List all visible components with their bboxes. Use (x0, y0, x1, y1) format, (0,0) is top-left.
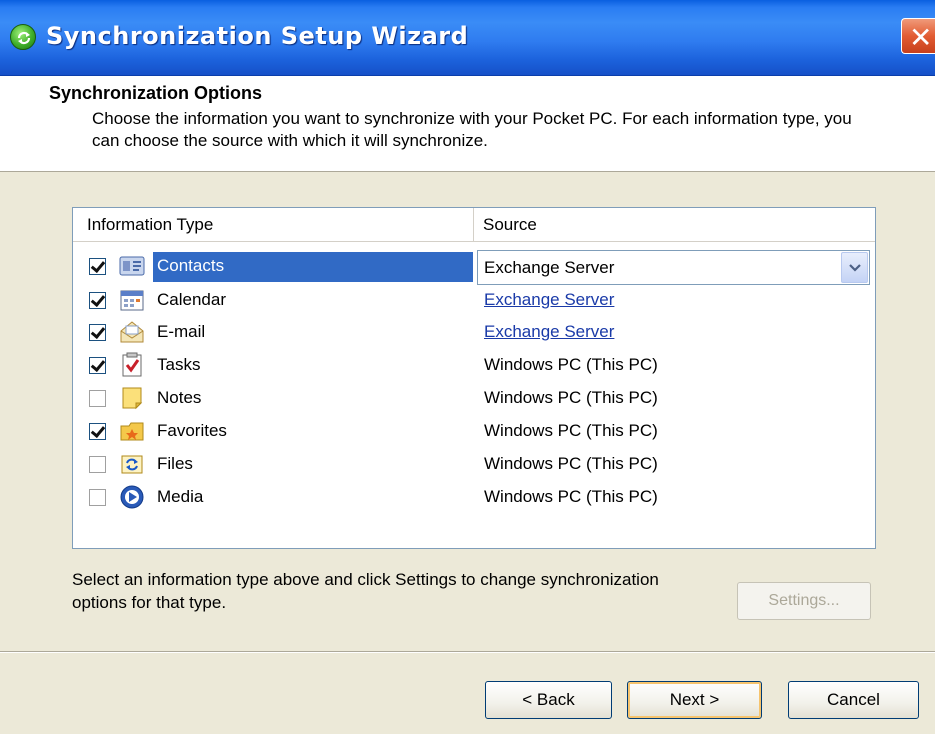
row-label-email: E-mail (157, 322, 206, 341)
checkbox-media[interactable] (89, 489, 106, 506)
next-button[interactable]: Next > (627, 681, 762, 719)
page-description: Choose the information you want to synch… (92, 109, 852, 150)
checkbox-favorites[interactable] (89, 423, 106, 440)
notes-icon (118, 385, 146, 411)
files-icon (118, 451, 146, 477)
favorites-icon (118, 418, 146, 444)
row-label-calendar: Calendar (157, 290, 226, 309)
source-text-media: Windows PC (This PC) (484, 487, 658, 506)
source-link-email[interactable]: Exchange Server (484, 322, 614, 342)
close-icon: ✕ (909, 21, 933, 54)
row-label-favorites: Favorites (157, 421, 227, 440)
contacts-icon (118, 253, 146, 279)
calendar-icon (118, 287, 146, 313)
list-item-contacts[interactable]: Contacts Exchange Server (73, 250, 875, 285)
chevron-down-icon (849, 264, 861, 272)
list-item-tasks[interactable]: Tasks Windows PC (This PC) (73, 349, 875, 381)
source-link-calendar[interactable]: Exchange Server (484, 290, 614, 310)
row-label-notes: Notes (157, 388, 202, 407)
tasks-icon (118, 352, 146, 378)
list-item-media[interactable]: Media Windows PC (This PC) (73, 481, 875, 513)
list-item-favorites[interactable]: Favorites Windows PC (This PC) (73, 415, 875, 447)
row-label-files: Files (157, 454, 193, 473)
checkbox-tasks[interactable] (89, 357, 106, 374)
window-title: Synchronization Setup Wizard (46, 22, 469, 50)
source-text-tasks: Windows PC (This PC) (484, 355, 658, 374)
checkbox-notes[interactable] (89, 390, 106, 407)
cancel-button[interactable]: Cancel (788, 681, 919, 719)
page-title: Synchronization Options (49, 83, 263, 103)
row-label-tasks: Tasks (157, 355, 201, 374)
source-text-files: Windows PC (This PC) (484, 454, 658, 473)
source-selected-value: Exchange Server (484, 258, 615, 277)
media-icon (118, 484, 146, 510)
source-text-favorites: Windows PC (This PC) (484, 421, 658, 440)
divider (0, 651, 935, 653)
source-dropdown-contacts[interactable]: Exchange Server (477, 250, 870, 285)
title-bar[interactable]: Synchronization Setup Wizard ✕ (0, 0, 935, 76)
source-text-notes: Windows PC (This PC) (484, 388, 658, 407)
checkbox-contacts[interactable] (89, 258, 106, 275)
checkbox-files[interactable] (89, 456, 106, 473)
checkbox-email[interactable] (89, 324, 106, 341)
dropdown-button[interactable] (841, 252, 868, 283)
wizard-window: Synchronization Setup Wizard ✕ Synchroni… (0, 0, 935, 734)
row-label-contacts: Contacts (157, 256, 225, 275)
sync-icon (10, 24, 36, 50)
column-header-information-type[interactable]: Information Type (73, 208, 474, 242)
list-item-notes[interactable]: Notes Windows PC (This PC) (73, 382, 875, 414)
close-button[interactable]: ✕ (901, 18, 935, 54)
checkbox-calendar[interactable] (89, 292, 106, 309)
list-item-files[interactable]: Files Windows PC (This PC) (73, 448, 875, 480)
information-type-list[interactable]: Information Type Source Contacts Exchang… (72, 207, 876, 549)
row-label-media: Media (157, 487, 204, 506)
column-header-source[interactable]: Source (474, 208, 875, 242)
wizard-header: Synchronization Options Choose the infor… (0, 76, 935, 172)
list-item-email[interactable]: E-mail Exchange Server (73, 316, 875, 348)
list-item-calendar[interactable]: Calendar Exchange Server (73, 284, 875, 316)
back-button[interactable]: < Back (485, 681, 612, 719)
instruction-text: Select an information type above and cli… (72, 570, 659, 612)
settings-button[interactable]: Settings... (737, 582, 871, 620)
email-icon (118, 319, 146, 345)
